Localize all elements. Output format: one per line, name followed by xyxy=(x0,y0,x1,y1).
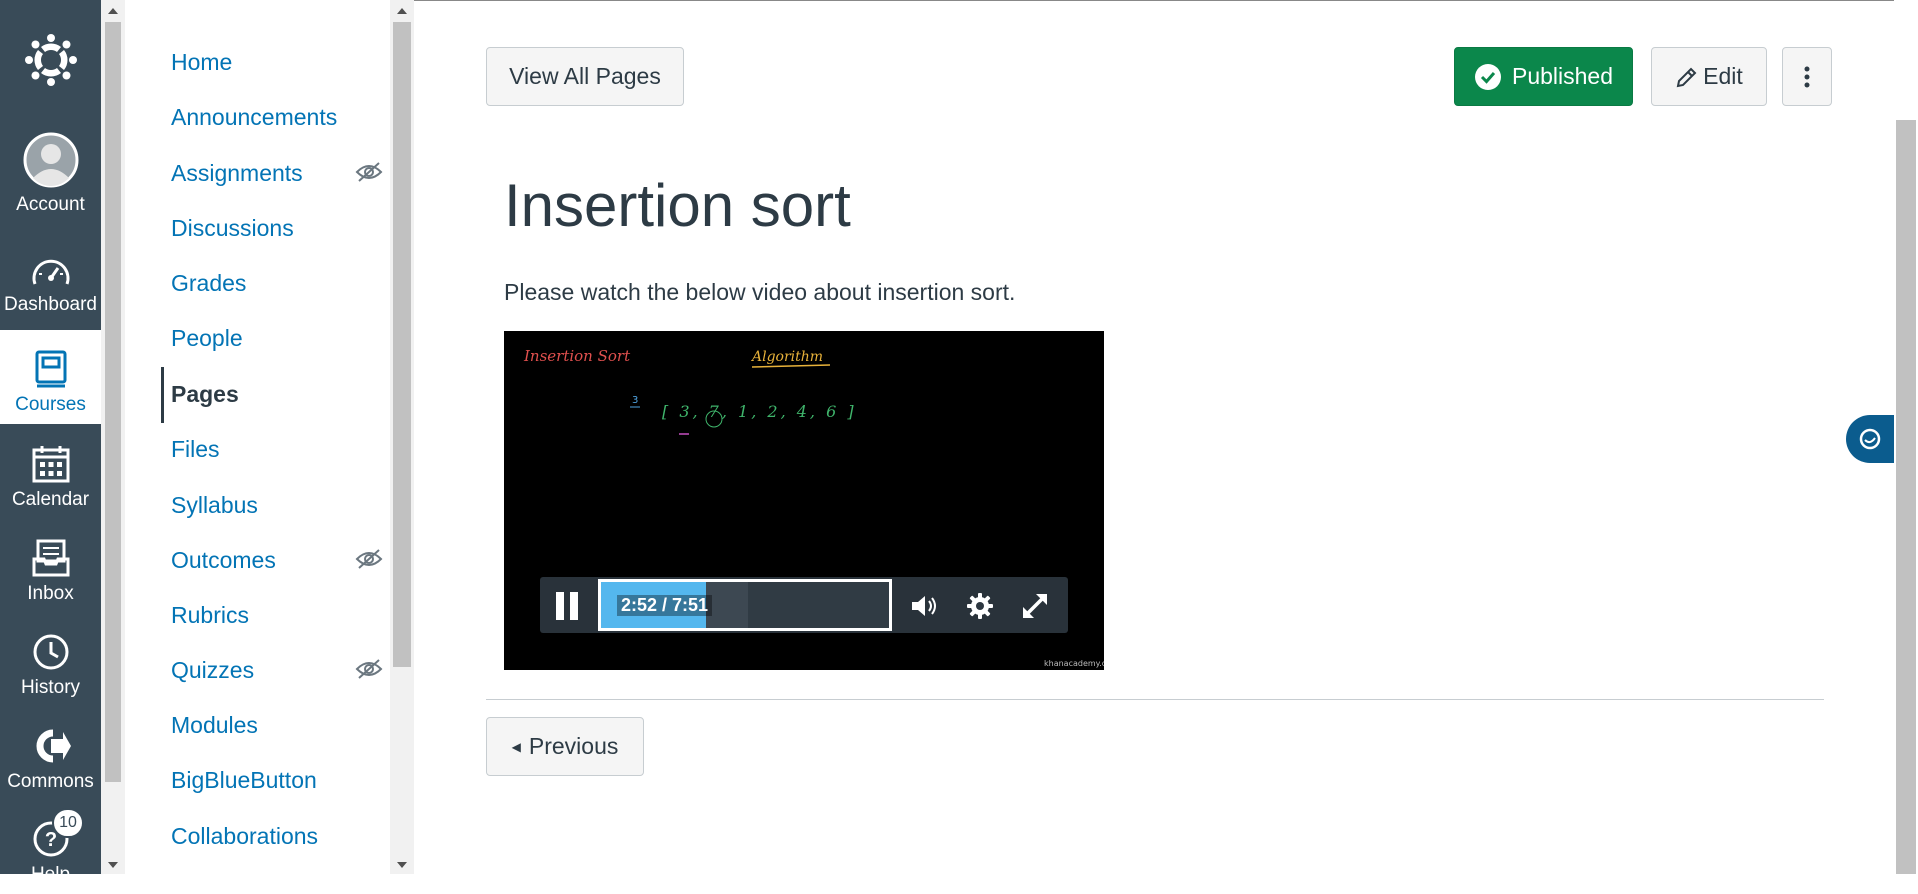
page-intro: Please watch the below video about inser… xyxy=(504,279,1016,305)
video-controls: 2:52 / 7:51 xyxy=(540,577,1068,633)
more-options-button[interactable] xyxy=(1782,47,1832,106)
settings-gear-icon[interactable] xyxy=(966,592,994,620)
page-content: View All Pages Published Edit Insertion … xyxy=(414,0,1894,874)
course-nav-grades[interactable]: Grades xyxy=(171,263,246,303)
kebab-menu-icon xyxy=(1804,66,1810,87)
course-nav: Home Announcements Assignments Discussio… xyxy=(125,0,390,874)
view-all-pages-button[interactable]: View All Pages xyxy=(486,47,684,106)
global-nav-scrollbar[interactable] xyxy=(101,0,125,874)
course-nav-outcomes[interactable]: Outcomes xyxy=(171,540,276,580)
course-nav-pages[interactable]: Pages xyxy=(171,374,239,414)
course-nav-scrollbar[interactable] xyxy=(390,0,414,874)
hidden-from-students-icon xyxy=(355,659,383,679)
global-nav: Account Dashboard Courses Calendar Inbox… xyxy=(0,0,101,885)
board-title: Insertion Sort xyxy=(523,347,631,365)
video-progress-bar[interactable]: 2:52 / 7:51 xyxy=(598,579,892,631)
board-array: [ 3, 7, 1, 2, 4, 6 ] xyxy=(662,402,857,421)
course-nav-collaborations[interactable]: Collaborations xyxy=(171,816,318,856)
commons-icon xyxy=(36,729,71,763)
gnav-commons[interactable]: Commons xyxy=(0,707,101,801)
video-player[interactable]: Insertion Sort Algorithm [ 3, 7, 1, 2, 4… xyxy=(504,331,1104,670)
course-nav-discussions[interactable]: Discussions xyxy=(171,208,294,248)
canvas-logo-icon xyxy=(24,34,77,86)
content-divider xyxy=(486,699,1824,700)
pause-icon[interactable] xyxy=(556,592,580,620)
previous-label: Previous xyxy=(528,733,619,759)
gnav-inbox[interactable]: Inbox xyxy=(0,519,101,613)
gnav-history[interactable]: History xyxy=(0,613,101,707)
scroll-up-arrow-icon[interactable] xyxy=(108,8,118,14)
course-nav-quizzes[interactable]: Quizzes xyxy=(171,650,254,690)
history-icon xyxy=(33,634,68,670)
published-button[interactable]: Published xyxy=(1454,47,1633,106)
pencil-icon xyxy=(1676,67,1697,87)
course-nav-announcements[interactable]: Announcements xyxy=(171,97,337,137)
edit-label: Edit xyxy=(1703,63,1743,89)
previous-button[interactable]: ◀ Previous xyxy=(486,717,644,776)
board-subtitle: Algorithm xyxy=(750,349,823,365)
gnav-calendar-label: Calendar xyxy=(11,489,90,510)
gnav-inbox-label: Inbox xyxy=(27,583,74,604)
hidden-from-students-icon xyxy=(355,549,383,569)
course-nav-bigbluebutton[interactable]: BigBlueButton xyxy=(171,760,317,800)
volume-icon[interactable] xyxy=(910,593,940,619)
gnav-account-label: Account xyxy=(16,194,85,215)
course-nav-modules[interactable]: Modules xyxy=(171,705,258,745)
check-circle-icon xyxy=(1474,63,1501,90)
dashboard-icon xyxy=(32,259,69,285)
fullscreen-icon[interactable] xyxy=(1020,591,1050,621)
time-display: 2:52 / 7:51 xyxy=(617,595,713,616)
course-nav-assignments[interactable]: Assignments xyxy=(171,153,303,193)
course-nav-files[interactable]: Files xyxy=(171,429,220,469)
course-nav-home[interactable]: Home xyxy=(171,42,232,82)
svg-text:3: 3 xyxy=(632,395,638,406)
course-nav-people[interactable]: People xyxy=(171,318,243,358)
help-unread-badge: 10 xyxy=(52,808,84,838)
gnav-dashboard-label: Dashboard xyxy=(4,294,97,315)
gnav-commons-label: Commons xyxy=(7,771,94,792)
edit-button[interactable]: Edit xyxy=(1651,47,1767,106)
accessibility-helper-button[interactable] xyxy=(1846,415,1894,463)
gnav-help-label: Help xyxy=(30,864,71,885)
scrollbar-thumb[interactable] xyxy=(393,22,411,667)
caret-left-icon: ◀ xyxy=(511,739,521,754)
gnav-account[interactable]: Account xyxy=(0,130,101,224)
canvas-logo[interactable] xyxy=(0,0,101,120)
scroll-up-arrow-icon[interactable] xyxy=(397,8,407,14)
course-nav-syllabus[interactable]: Syllabus xyxy=(171,485,258,525)
scrollbar-thumb[interactable] xyxy=(105,22,121,782)
gnav-courses[interactable]: Courses xyxy=(0,330,101,424)
gnav-dashboard[interactable]: Dashboard xyxy=(0,230,101,324)
inbox-icon xyxy=(32,539,69,577)
scroll-down-arrow-icon[interactable] xyxy=(397,862,407,868)
gnav-calendar[interactable]: Calendar xyxy=(0,425,101,519)
scrollbar-thumb[interactable] xyxy=(1896,120,1916,874)
avatar-icon xyxy=(23,132,78,188)
gnav-help[interactable]: ? Help 10 xyxy=(0,800,101,894)
calendar-icon xyxy=(32,446,69,483)
scroll-down-arrow-icon[interactable] xyxy=(108,862,118,868)
published-label: Published xyxy=(1511,63,1614,89)
video-watermark: khanacademy.org xyxy=(1044,659,1104,668)
active-indicator xyxy=(161,367,164,423)
page-title: Insertion sort xyxy=(504,172,851,239)
hidden-from-students-icon xyxy=(355,162,383,182)
courses-icon xyxy=(35,350,66,388)
assistant-icon xyxy=(1859,428,1881,450)
gnav-history-label: History xyxy=(20,677,81,698)
gnav-courses-label: Courses xyxy=(15,394,86,415)
course-nav-rubrics[interactable]: Rubrics xyxy=(171,595,249,635)
page-scrollbar[interactable] xyxy=(1894,0,1918,874)
